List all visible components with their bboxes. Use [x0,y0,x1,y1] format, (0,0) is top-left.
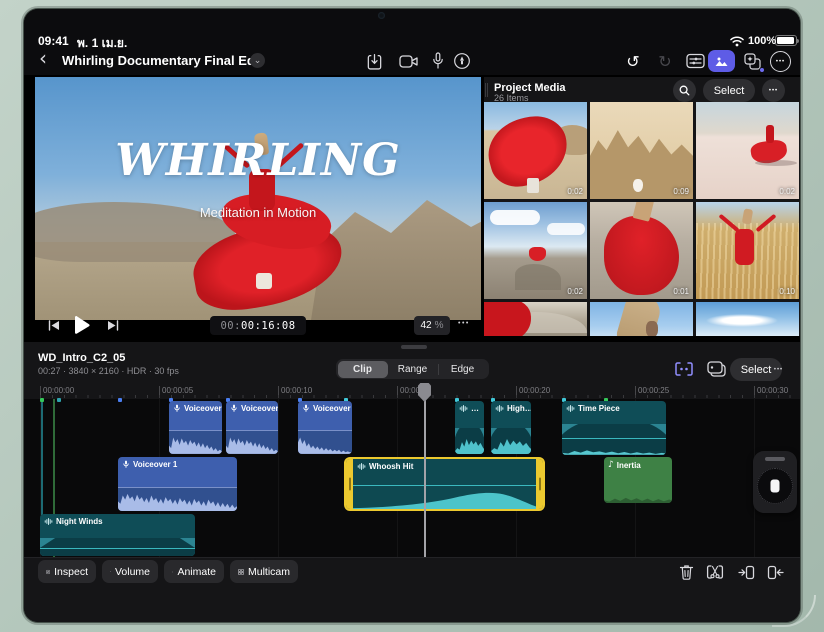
media-thumbnail-8[interactable] [590,302,693,336]
clip-voiceover-2a[interactable]: Voiceover 2 [169,401,222,454]
clip-sfx-high[interactable]: High… [491,401,531,454]
thumb-duration: 0:10 [779,287,795,296]
jog-wheel[interactable] [753,451,797,513]
thumb-duration: 0:02 [779,187,795,196]
effects-button[interactable] [740,50,765,73]
search-button[interactable] [673,79,696,102]
skip-backward-button[interactable] [45,316,63,334]
ruler-tick: 00:00:25 [635,386,669,395]
play-button[interactable] [70,312,94,338]
media-thumbnail-7[interactable] [484,302,587,336]
title-chevron-icon[interactable]: ⌄ [250,53,265,68]
media-thumbnail-3[interactable]: 0:02 [696,102,799,199]
ruler-tick: 00:00:05 [159,386,193,395]
wifi-icon [730,36,744,47]
animate-button[interactable]: Animate [164,560,224,583]
connect-clip-button[interactable] [704,359,728,379]
effects-badge [759,67,765,73]
front-camera [378,12,385,19]
back-button[interactable]: ‹ [39,48,47,68]
battery-icon [775,35,799,46]
timeline-ruler[interactable]: 00:00:00 00:00:05 00:00:10 00:00:15 00:0… [24,383,800,399]
multicam-button[interactable]: Multicam [230,560,298,583]
clip-inertia[interactable]: ♪ Inertia [604,457,672,503]
clip-sfx-short[interactable]: … [455,401,484,454]
redo-button[interactable]: ↻ [654,50,676,72]
thumb-duration: 0:02 [567,187,583,196]
playhead-line[interactable] [424,397,426,557]
clip-marker [118,398,122,402]
viewer-overlay-subtitle: Meditation in Motion [199,205,317,220]
clip-voiceover-1[interactable]: Voiceover 1 [118,457,237,511]
trim-handle-right[interactable] [536,459,543,509]
media-thumbnail-4[interactable]: 0:02 [484,202,587,299]
mode-clip[interactable]: Clip [337,360,388,378]
timeline-clip-title: WD_Intro_C2_05 [38,352,126,364]
media-thumbnail-5[interactable]: 0:01 [590,202,693,299]
jog-dial[interactable] [757,468,793,504]
photo-background: 09:41 พ. 1 เม.ย. 100% ‹ Whirling Documen… [0,0,824,632]
blade-cut-button[interactable] [704,561,726,583]
clip-whoosh-hit-selected[interactable]: Whoosh Hit [344,457,545,511]
media-thumbnail-1[interactable]: 0:02 [484,102,587,199]
ruler-tick: 00:00:20 [516,386,550,395]
device-corner-glint [772,595,816,627]
clip-night-winds[interactable]: Night Winds [40,514,195,556]
import-button[interactable] [364,51,384,71]
clip-voiceover-3[interactable]: Voiceover 3 [298,401,352,454]
panel-drag-handle[interactable] [485,83,488,97]
status-date: พ. 1 เม.ย. [77,36,128,50]
media-more-button[interactable]: ••• [762,79,785,102]
mode-edge[interactable]: Edge [437,361,488,378]
clip-time-piece[interactable]: Time Piece [562,401,666,455]
timeline-clip-meta: 00:27 · 3840 × 2160 · HDR · 30 fps [38,366,179,376]
zoom-level-control[interactable]: 42% [414,316,450,335]
ruler-tick: 00:00:30 [754,386,788,395]
viewer-overlay-title: WHIRLING [115,135,401,186]
overwrite-clip-button[interactable] [764,561,786,583]
ruler-tick: 00:00:00 [40,386,74,395]
media-select-button[interactable]: Select [703,79,755,102]
skip-forward-button[interactable] [104,316,122,334]
viewer-more-button[interactable]: ••• [458,320,470,327]
ruler-tick: 00:00:10 [278,386,312,395]
inspect-button[interactable]: Inspect [38,560,96,583]
volume-button[interactable]: Volume [102,560,158,583]
camera-button[interactable] [398,51,420,71]
insert-clip-button[interactable] [735,561,757,583]
viewer-video-frame[interactable]: WHIRLING Meditation in Motion [35,77,481,320]
media-browser-button[interactable] [708,50,735,72]
jog-grab-bar[interactable] [765,457,785,461]
project-title[interactable]: Whirling Documentary Final Edit [62,53,263,68]
clip-marker [40,398,44,402]
media-thumbnail-6[interactable]: 0:10 [696,202,799,299]
scene-pants [256,273,272,289]
clip-voiceover-2b[interactable]: Voiceover 2 [226,401,278,454]
inspector-toggle-button[interactable] [684,51,706,71]
delete-button[interactable] [675,561,697,583]
timecode-display[interactable]: 00: 00:16:08 [210,316,306,335]
thumb-duration: 0:09 [673,187,689,196]
trim-handle-left[interactable] [346,459,353,509]
timeline-drag-handle[interactable] [401,345,427,349]
thumb-duration: 0:02 [567,287,583,296]
battery-percentage: 100% [748,35,777,47]
blade-tool-button[interactable] [672,359,696,379]
more-options-button[interactable]: ••• [770,51,791,72]
clip-marker [57,398,61,402]
media-thumbnail-9[interactable] [696,302,799,336]
mode-range[interactable]: Range [388,361,438,378]
timeline-more-button[interactable]: ••• [767,358,790,381]
undo-button[interactable]: ↺ [622,50,644,72]
ipad-screen: 09:41 พ. 1 เม.ย. 100% ‹ Whirling Documen… [24,9,800,622]
thumb-duration: 0:01 [673,287,689,296]
edit-mode-segmented-control: Clip Range Edge [336,359,489,379]
pencil-tool-button[interactable] [452,51,472,71]
media-thumbnail-2[interactable]: 0:09 [590,102,693,199]
microphone-button[interactable] [430,50,446,72]
